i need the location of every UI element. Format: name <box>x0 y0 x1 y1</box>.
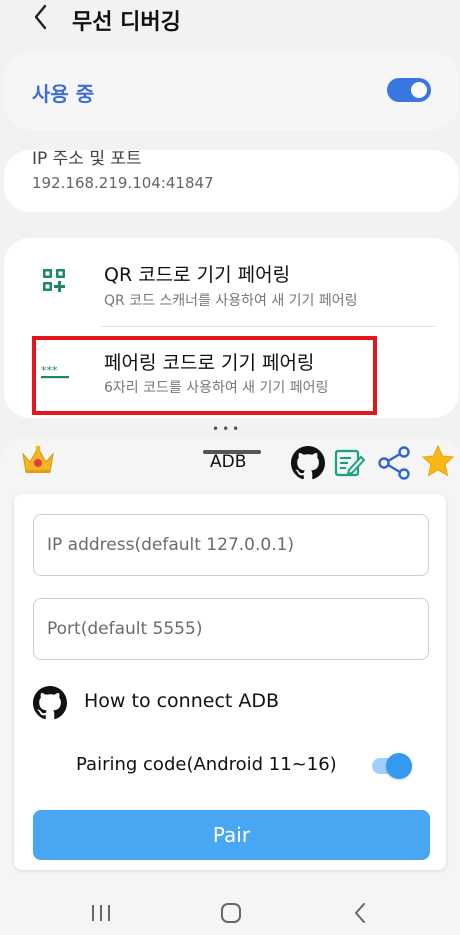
home-icon[interactable] <box>218 900 244 926</box>
github-icon[interactable] <box>33 686 67 720</box>
toggle-knob <box>411 82 427 98</box>
page-title: 무선 디버깅 <box>72 10 181 35</box>
ip-port-value: 192.168.219.104:41847 <box>32 174 214 192</box>
share-icon[interactable] <box>377 446 413 480</box>
github-icon[interactable] <box>291 446 325 480</box>
qr-code-icon <box>43 269 65 292</box>
port-input[interactable]: Port(default 5555) <box>33 598 429 660</box>
pairing-code-switch-knob[interactable] <box>386 753 412 779</box>
split-handle-dots[interactable]: ••• <box>212 422 242 436</box>
qr-pairing-subtitle: QR 코드 스캐너를 사용하여 새 기기 페어링 <box>104 293 358 309</box>
star-icon[interactable] <box>421 444 455 478</box>
crown-icon[interactable] <box>20 444 56 478</box>
ip-port-label: IP 주소 및 포트 <box>32 150 142 169</box>
app-title: ADB <box>210 452 247 472</box>
port-placeholder: Port(default 5555) <box>47 619 203 639</box>
wireless-debugging-toggle[interactable] <box>387 78 431 102</box>
qr-pairing-title: QR 코드로 기기 페어링 <box>104 264 291 286</box>
how-to-connect-link[interactable]: How to connect ADB <box>84 690 279 712</box>
highlight-box <box>32 336 377 415</box>
pairing-code-label: Pairing code(Android 11~16) <box>76 754 337 775</box>
edit-note-icon[interactable] <box>333 447 365 479</box>
in-use-label: 사용 중 <box>32 82 95 106</box>
ip-address-placeholder: IP address(default 127.0.0.1) <box>47 535 295 555</box>
back-icon[interactable] <box>350 900 372 926</box>
back-button[interactable] <box>28 2 56 32</box>
row-divider <box>100 326 435 327</box>
pair-button[interactable]: Pair <box>33 810 430 860</box>
recent-apps-icon[interactable] <box>88 902 114 924</box>
chevron-left-icon <box>34 4 47 30</box>
ip-port-card: IP 주소 및 포트 192.168.219.104:41847 <box>4 150 459 212</box>
ip-address-input[interactable]: IP address(default 127.0.0.1) <box>33 514 429 576</box>
